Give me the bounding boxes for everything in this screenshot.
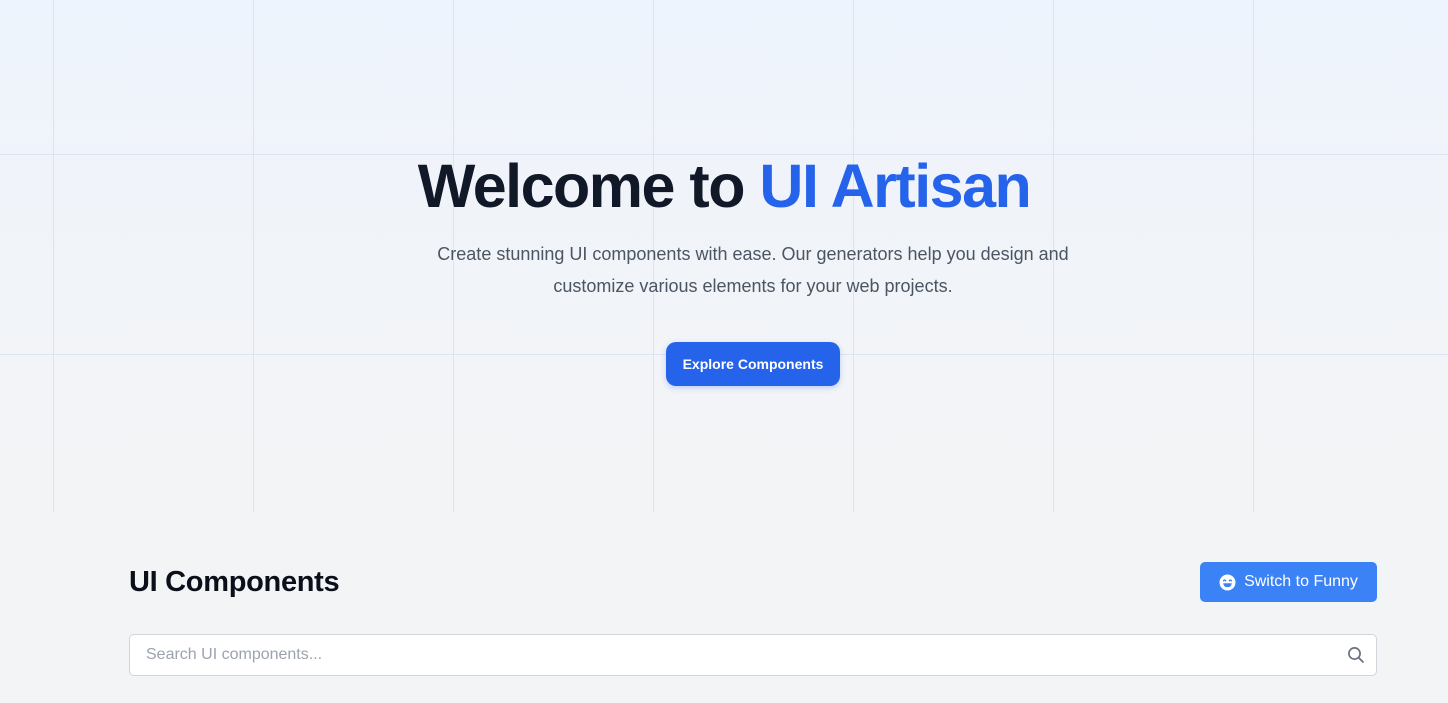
search-input[interactable] [130,635,1376,675]
switch-to-funny-button[interactable]: Switch to Funny [1200,562,1377,602]
search-bar [129,634,1377,676]
explore-components-button[interactable]: Explore Components [666,342,840,386]
hero-title-accent: UI Artisan [759,152,1031,220]
section-title: UI Components [129,566,340,598]
hero-title-main: Welcome to [417,152,760,220]
laughing-face-icon [1219,574,1236,591]
hero-subtitle: Create stunning UI components with ease.… [437,244,1069,296]
hero-section: Welcome to UI Artisan Create stunning UI… [0,0,1448,512]
switch-to-funny-label: Switch to Funny [1244,573,1358,590]
search-icon[interactable] [1347,646,1365,664]
hero-title: Welcome to UI Artisan [0,148,1448,224]
